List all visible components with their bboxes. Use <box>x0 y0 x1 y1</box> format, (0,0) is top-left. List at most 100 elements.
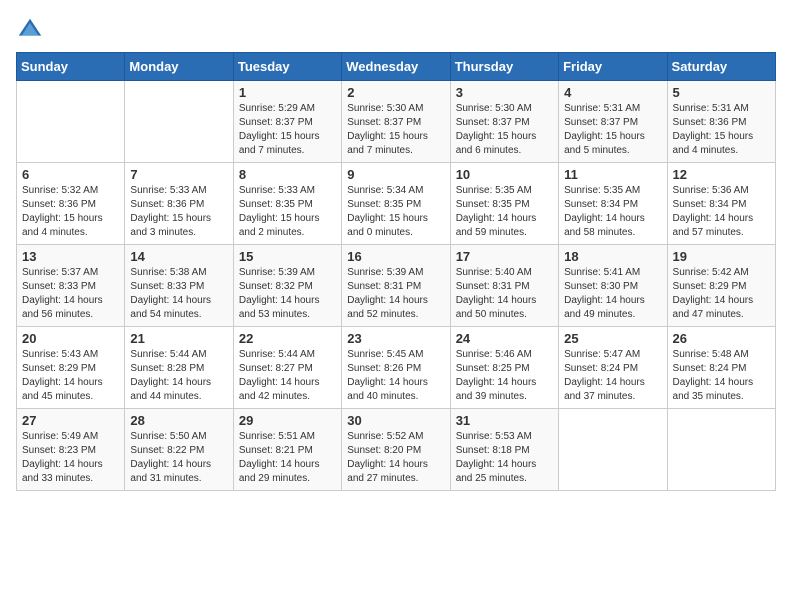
day-number: 30 <box>347 413 444 428</box>
day-info: Sunrise: 5:35 AM Sunset: 8:35 PM Dayligh… <box>456 184 553 240</box>
day-number: 24 <box>456 331 553 346</box>
day-info: Sunrise: 5:37 AM Sunset: 8:33 PM Dayligh… <box>22 266 119 322</box>
day-number: 9 <box>347 167 444 182</box>
day-number: 7 <box>130 167 227 182</box>
day-info: Sunrise: 5:30 AM Sunset: 8:37 PM Dayligh… <box>347 102 444 158</box>
calendar-day-cell: 8 Sunrise: 5:33 AM Sunset: 8:35 PM Daylig… <box>233 163 341 245</box>
calendar-day-cell: 28 Sunrise: 5:50 AM Sunset: 8:22 PM Dayli… <box>125 409 233 491</box>
day-info: Sunrise: 5:33 AM Sunset: 8:36 PM Dayligh… <box>130 184 227 240</box>
day-number: 23 <box>347 331 444 346</box>
day-number: 16 <box>347 249 444 264</box>
day-number: 21 <box>130 331 227 346</box>
day-info: Sunrise: 5:35 AM Sunset: 8:34 PM Dayligh… <box>564 184 661 240</box>
weekday-header: Monday <box>125 53 233 81</box>
day-info: Sunrise: 5:29 AM Sunset: 8:37 PM Dayligh… <box>239 102 336 158</box>
day-info: Sunrise: 5:36 AM Sunset: 8:34 PM Dayligh… <box>673 184 770 240</box>
calendar-day-cell: 25 Sunrise: 5:47 AM Sunset: 8:24 PM Dayli… <box>559 327 667 409</box>
day-number: 20 <box>22 331 119 346</box>
day-number: 28 <box>130 413 227 428</box>
day-info: Sunrise: 5:41 AM Sunset: 8:30 PM Dayligh… <box>564 266 661 322</box>
day-number: 25 <box>564 331 661 346</box>
calendar-day-cell: 15 Sunrise: 5:39 AM Sunset: 8:32 PM Dayli… <box>233 245 341 327</box>
weekday-header: Friday <box>559 53 667 81</box>
calendar-day-cell: 17Sunrise: 5:40 AM Sunset: 8:31 PM Dayli… <box>450 245 558 327</box>
logo <box>16 16 48 44</box>
day-number: 2 <box>347 85 444 100</box>
calendar-day-cell <box>667 409 775 491</box>
day-number: 8 <box>239 167 336 182</box>
day-info: Sunrise: 5:49 AM Sunset: 8:23 PM Dayligh… <box>22 430 119 486</box>
calendar-day-cell: 26 Sunrise: 5:48 AM Sunset: 8:24 PM Dayli… <box>667 327 775 409</box>
day-number: 4 <box>564 85 661 100</box>
day-number: 29 <box>239 413 336 428</box>
day-info: Sunrise: 5:46 AM Sunset: 8:25 PM Dayligh… <box>456 348 553 404</box>
calendar-week-row: 27 Sunrise: 5:49 AM Sunset: 8:23 PM Dayli… <box>17 409 776 491</box>
day-info: Sunrise: 5:39 AM Sunset: 8:31 PM Dayligh… <box>347 266 444 322</box>
weekday-header: Thursday <box>450 53 558 81</box>
day-info: Sunrise: 5:30 AM Sunset: 8:37 PM Dayligh… <box>456 102 553 158</box>
calendar-day-cell: 9 Sunrise: 5:34 AM Sunset: 8:35 PM Daylig… <box>342 163 450 245</box>
calendar-day-cell <box>559 409 667 491</box>
calendar-day-cell: 23Sunrise: 5:45 AM Sunset: 8:26 PM Dayli… <box>342 327 450 409</box>
day-number: 19 <box>673 249 770 264</box>
calendar-day-cell <box>125 81 233 163</box>
day-number: 27 <box>22 413 119 428</box>
day-number: 17 <box>456 249 553 264</box>
day-info: Sunrise: 5:52 AM Sunset: 8:20 PM Dayligh… <box>347 430 444 486</box>
day-number: 14 <box>130 249 227 264</box>
calendar-day-cell: 30 Sunrise: 5:52 AM Sunset: 8:20 PM Dayli… <box>342 409 450 491</box>
day-info: Sunrise: 5:44 AM Sunset: 8:28 PM Dayligh… <box>130 348 227 404</box>
day-info: Sunrise: 5:31 AM Sunset: 8:36 PM Dayligh… <box>673 102 770 158</box>
day-info: Sunrise: 5:32 AM Sunset: 8:36 PM Dayligh… <box>22 184 119 240</box>
day-number: 22 <box>239 331 336 346</box>
calendar-day-cell <box>17 81 125 163</box>
day-number: 3 <box>456 85 553 100</box>
calendar-day-cell: 18 Sunrise: 5:41 AM Sunset: 8:30 PM Dayli… <box>559 245 667 327</box>
calendar-day-cell: 27 Sunrise: 5:49 AM Sunset: 8:23 PM Dayli… <box>17 409 125 491</box>
calendar-day-cell: 24 Sunrise: 5:46 AM Sunset: 8:25 PM Dayli… <box>450 327 558 409</box>
day-info: Sunrise: 5:42 AM Sunset: 8:29 PM Dayligh… <box>673 266 770 322</box>
calendar-day-cell: 22 Sunrise: 5:44 AM Sunset: 8:27 PM Dayli… <box>233 327 341 409</box>
day-info: Sunrise: 5:34 AM Sunset: 8:35 PM Dayligh… <box>347 184 444 240</box>
day-number: 11 <box>564 167 661 182</box>
day-info: Sunrise: 5:33 AM Sunset: 8:35 PM Dayligh… <box>239 184 336 240</box>
day-info: Sunrise: 5:43 AM Sunset: 8:29 PM Dayligh… <box>22 348 119 404</box>
calendar-day-cell: 4Sunrise: 5:31 AM Sunset: 8:37 PM Daylig… <box>559 81 667 163</box>
calendar-day-cell: 29 Sunrise: 5:51 AM Sunset: 8:21 PM Dayli… <box>233 409 341 491</box>
day-info: Sunrise: 5:50 AM Sunset: 8:22 PM Dayligh… <box>130 430 227 486</box>
calendar-week-row: 13 Sunrise: 5:37 AM Sunset: 8:33 PM Dayli… <box>17 245 776 327</box>
calendar-day-cell: 3 Sunrise: 5:30 AM Sunset: 8:37 PM Daylig… <box>450 81 558 163</box>
calendar-day-cell: 19 Sunrise: 5:42 AM Sunset: 8:29 PM Dayli… <box>667 245 775 327</box>
header <box>16 16 776 44</box>
calendar-day-cell: 11 Sunrise: 5:35 AM Sunset: 8:34 PM Dayli… <box>559 163 667 245</box>
calendar-week-row: 6 Sunrise: 5:32 AM Sunset: 8:36 PM Daylig… <box>17 163 776 245</box>
day-info: Sunrise: 5:44 AM Sunset: 8:27 PM Dayligh… <box>239 348 336 404</box>
calendar-day-cell: 10 Sunrise: 5:35 AM Sunset: 8:35 PM Dayli… <box>450 163 558 245</box>
day-number: 31 <box>456 413 553 428</box>
calendar-day-cell: 6 Sunrise: 5:32 AM Sunset: 8:36 PM Daylig… <box>17 163 125 245</box>
day-number: 26 <box>673 331 770 346</box>
calendar-week-row: 20 Sunrise: 5:43 AM Sunset: 8:29 PM Dayli… <box>17 327 776 409</box>
day-number: 10 <box>456 167 553 182</box>
day-number: 6 <box>22 167 119 182</box>
day-number: 18 <box>564 249 661 264</box>
calendar-day-cell: 5Sunrise: 5:31 AM Sunset: 8:36 PM Daylig… <box>667 81 775 163</box>
day-number: 12 <box>673 167 770 182</box>
day-info: Sunrise: 5:47 AM Sunset: 8:24 PM Dayligh… <box>564 348 661 404</box>
day-info: Sunrise: 5:51 AM Sunset: 8:21 PM Dayligh… <box>239 430 336 486</box>
day-number: 13 <box>22 249 119 264</box>
day-info: Sunrise: 5:38 AM Sunset: 8:33 PM Dayligh… <box>130 266 227 322</box>
weekday-header: Sunday <box>17 53 125 81</box>
calendar-day-cell: 12 Sunrise: 5:36 AM Sunset: 8:34 PM Dayli… <box>667 163 775 245</box>
day-number: 1 <box>239 85 336 100</box>
calendar-day-cell: 20 Sunrise: 5:43 AM Sunset: 8:29 PM Dayli… <box>17 327 125 409</box>
calendar-week-row: 1 Sunrise: 5:29 AM Sunset: 8:37 PM Daylig… <box>17 81 776 163</box>
day-number: 15 <box>239 249 336 264</box>
day-info: Sunrise: 5:48 AM Sunset: 8:24 PM Dayligh… <box>673 348 770 404</box>
day-info: Sunrise: 5:39 AM Sunset: 8:32 PM Dayligh… <box>239 266 336 322</box>
calendar-day-cell: 2 Sunrise: 5:30 AM Sunset: 8:37 PM Daylig… <box>342 81 450 163</box>
day-info: Sunrise: 5:53 AM Sunset: 8:18 PM Dayligh… <box>456 430 553 486</box>
calendar-day-cell: 1 Sunrise: 5:29 AM Sunset: 8:37 PM Daylig… <box>233 81 341 163</box>
calendar-day-cell: 14 Sunrise: 5:38 AM Sunset: 8:33 PM Dayli… <box>125 245 233 327</box>
weekday-header: Tuesday <box>233 53 341 81</box>
